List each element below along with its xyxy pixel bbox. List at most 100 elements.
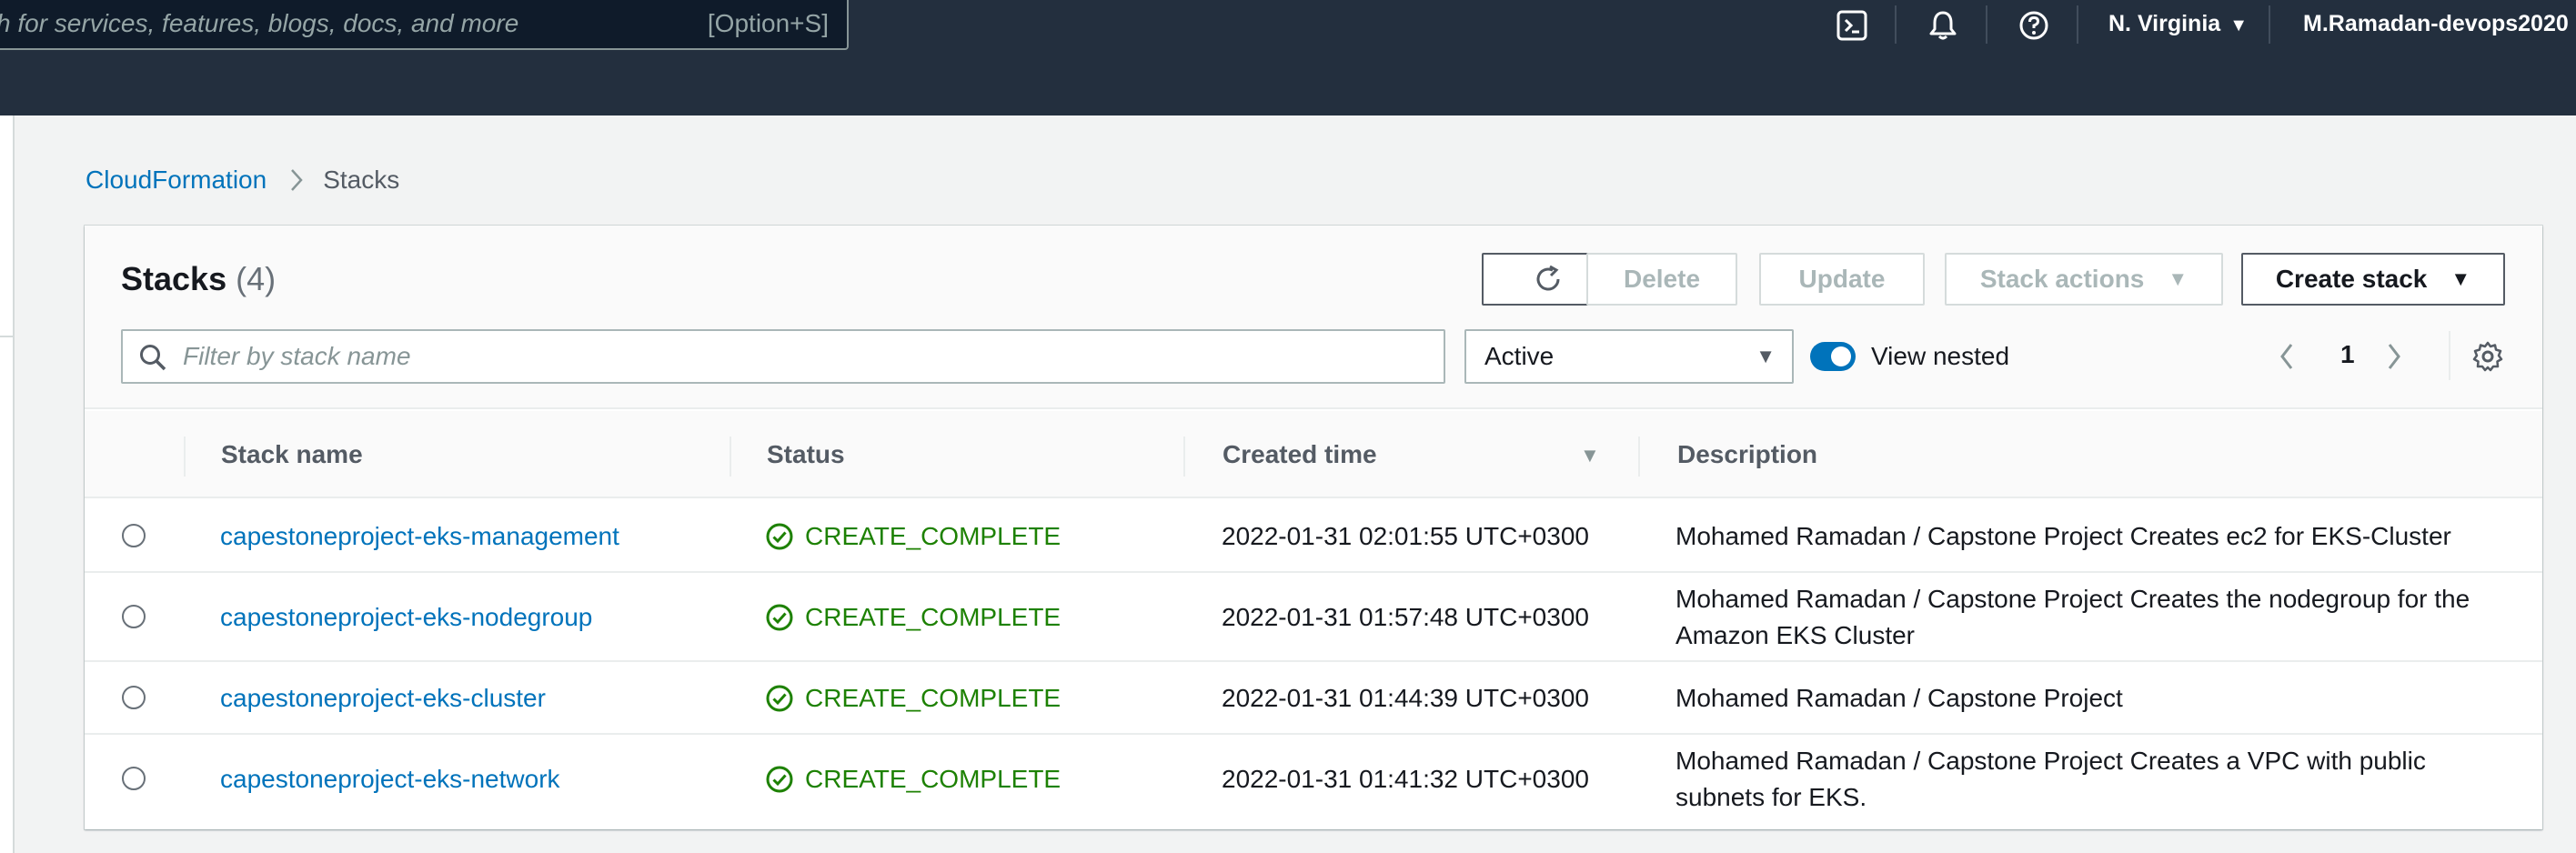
column-header-description[interactable]: Description xyxy=(1677,411,1817,498)
stack-name-link[interactable]: capestoneproject-eks-management xyxy=(220,518,619,555)
view-nested-label: View nested xyxy=(1871,342,2010,370)
next-page-button[interactable] xyxy=(2380,340,2408,373)
column-divider xyxy=(1638,437,1640,477)
column-divider xyxy=(1183,437,1185,477)
status-success-icon xyxy=(766,685,793,712)
breadcrumb-current: Stacks xyxy=(323,166,400,194)
status-value: CREATE_COMPLETE xyxy=(765,680,1061,717)
stack-name-link[interactable]: capestoneproject-eks-nodegroup xyxy=(220,599,592,636)
view-nested-toggle[interactable] xyxy=(1810,342,1856,371)
description-line: Mohamed Ramadan / Capstone Project xyxy=(1675,684,2123,712)
delete-button-label: Delete xyxy=(1623,265,1701,293)
stack-filter-input[interactable] xyxy=(183,338,1429,375)
bell-icon[interactable] xyxy=(1925,7,1961,44)
status-filter-select[interactable]: Active ▼ xyxy=(1464,329,1794,384)
column-header-stack-name[interactable]: Stack name xyxy=(221,411,363,498)
table-row: capestoneproject-eks-management CREATE_C… xyxy=(85,500,2542,573)
account-label: M.Ramadan-devops2020 xyxy=(2303,11,2569,36)
create-stack-button[interactable]: Create stack ▼ xyxy=(2241,253,2505,306)
stacks-panel: Stacks (4) Delete Update Stack actions ▼ … xyxy=(85,226,2542,829)
sort-descending-icon[interactable]: ▼ xyxy=(1580,444,1600,467)
status-success-icon xyxy=(766,766,793,793)
caret-down-icon: ▼ xyxy=(2450,267,2471,290)
stack-actions-button[interactable]: Stack actions ▼ xyxy=(1945,253,2223,306)
created-time-value: 2022-01-31 02:01:55 UTC+0300 xyxy=(1222,522,1589,550)
status-filter-value: Active xyxy=(1484,342,1555,370)
refresh-icon xyxy=(1536,265,1560,291)
column-header-created-time[interactable]: Created time xyxy=(1223,411,1377,498)
create-stack-label: Create stack xyxy=(2275,265,2428,293)
nav-divider xyxy=(2077,5,2078,44)
description-value: Mohamed Ramadan / Capstone Project xyxy=(1675,680,2123,717)
delete-button[interactable]: Delete xyxy=(1586,253,1737,306)
nav-divider xyxy=(1986,5,1987,44)
created-time-value: 2022-01-31 01:57:48 UTC+0300 xyxy=(1222,603,1589,631)
caret-down-icon: ▼ xyxy=(2229,15,2248,35)
chevron-left-icon xyxy=(2280,344,2293,369)
update-button[interactable]: Update xyxy=(1759,253,1925,306)
row-select-radio[interactable] xyxy=(122,605,146,628)
panel-title: Stacks (4) xyxy=(121,260,276,298)
table-row: capestoneproject-eks-nodegroup CREATE_CO… xyxy=(85,573,2542,662)
region-label: N. Virginia xyxy=(2108,11,2221,36)
pagination-divider xyxy=(2449,331,2450,380)
created-time-value: 2022-01-31 01:41:32 UTC+0300 xyxy=(1222,765,1589,793)
stack-actions-label: Stack actions xyxy=(1979,265,2145,293)
row-select-radio[interactable] xyxy=(122,686,146,709)
column-divider xyxy=(184,437,186,477)
description-value: Mohamed Ramadan / Capstone Project Creat… xyxy=(1675,743,2426,816)
gear-icon xyxy=(2472,341,2503,372)
side-navigation-collapsed[interactable] xyxy=(0,115,15,853)
description-value: Mohamed Ramadan / Capstone Project Creat… xyxy=(1675,581,2470,654)
description-line: subnets for EKS. xyxy=(1675,783,1867,811)
top-navigation-bar: h for services, features, blogs, docs, a… xyxy=(0,0,2576,115)
caret-down-icon: ▼ xyxy=(2168,267,2189,290)
status-success-icon xyxy=(766,604,793,631)
side-nav-divider xyxy=(0,221,15,337)
status-text: CREATE_COMPLETE xyxy=(805,765,1062,793)
status-value: CREATE_COMPLETE xyxy=(765,761,1061,798)
breadcrumb-cloudformation[interactable]: CloudFormation xyxy=(86,166,267,195)
status-success-icon xyxy=(766,523,793,550)
panel-title-text: Stacks xyxy=(121,260,227,297)
table-preferences-button[interactable] xyxy=(2470,338,2506,375)
chevron-right-icon xyxy=(2388,344,2400,369)
update-button-label: Update xyxy=(1798,265,1886,293)
cloudshell-icon[interactable] xyxy=(1834,7,1870,44)
table-header: Stack name Status Created time ▼ Descrip… xyxy=(85,411,2542,498)
column-divider xyxy=(730,437,731,477)
account-menu[interactable]: M.Ramadan-devops2020 xyxy=(2303,11,2569,37)
caret-down-icon: ▼ xyxy=(1756,345,1776,367)
row-select-radio[interactable] xyxy=(122,524,146,547)
description-value: Mohamed Ramadan / Capstone Project Creat… xyxy=(1675,518,2451,555)
global-search-input[interactable]: h for services, features, blogs, docs, a… xyxy=(0,0,849,50)
stack-filter-field[interactable] xyxy=(121,329,1445,384)
previous-page-button[interactable] xyxy=(2273,340,2300,373)
created-time-value: 2022-01-31 01:44:39 UTC+0300 xyxy=(1222,684,1589,712)
description-line: Mohamed Ramadan / Capstone Project Creat… xyxy=(1675,522,2451,550)
search-shortcut-hint: [Option+S] xyxy=(707,9,829,37)
description-line: Amazon EKS Cluster xyxy=(1675,621,1915,649)
status-value: CREATE_COMPLETE xyxy=(765,518,1061,555)
search-icon xyxy=(137,342,168,377)
status-value: CREATE_COMPLETE xyxy=(765,599,1061,636)
status-text: CREATE_COMPLETE xyxy=(805,603,1062,631)
row-select-radio[interactable] xyxy=(122,767,146,790)
description-line: Mohamed Ramadan / Capstone Project Creat… xyxy=(1675,585,2470,613)
current-page-number[interactable]: 1 xyxy=(2340,340,2355,369)
table-row: capestoneproject-eks-network CREATE_COMP… xyxy=(85,735,2542,828)
stack-count: (4) xyxy=(236,260,277,297)
status-text: CREATE_COMPLETE xyxy=(805,684,1062,712)
column-header-status[interactable]: Status xyxy=(767,411,845,498)
nav-divider xyxy=(1895,5,1897,44)
region-selector[interactable]: N. Virginia ▼ xyxy=(2108,11,2248,37)
help-icon[interactable] xyxy=(2016,7,2052,44)
nav-divider xyxy=(2269,5,2270,44)
stack-name-link[interactable]: capestoneproject-eks-network xyxy=(220,761,560,798)
panel-header: Stacks (4) Delete Update Stack actions ▼ … xyxy=(85,226,2542,409)
stack-name-link[interactable]: capestoneproject-eks-cluster xyxy=(220,680,546,717)
table-row: capestoneproject-eks-cluster CREATE_COMP… xyxy=(85,662,2542,735)
status-text: CREATE_COMPLETE xyxy=(805,522,1062,550)
description-line: Mohamed Ramadan / Capstone Project Creat… xyxy=(1675,747,2426,775)
breadcrumb: CloudFormation Stacks xyxy=(86,166,399,195)
